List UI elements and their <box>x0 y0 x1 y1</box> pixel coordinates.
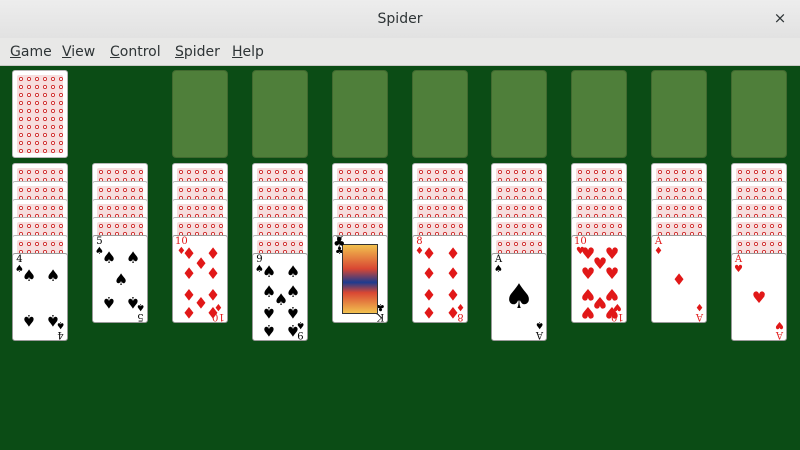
menu-view[interactable]: View <box>62 44 95 60</box>
card-pip: ♦ <box>421 303 437 322</box>
card-pip: ♦ <box>181 303 197 322</box>
card-pip: ♠ <box>285 303 301 322</box>
title-bar[interactable]: Spider × <box>0 0 800 38</box>
card-pip: ♠ <box>101 293 117 312</box>
card-corner-index: A ♦ <box>695 301 704 322</box>
card-center-pip: ♥ <box>751 288 767 307</box>
card-pip: ♠ <box>261 303 277 322</box>
menu-help[interactable]: Help <box>232 44 264 60</box>
card-pip: ♠ <box>261 321 277 340</box>
card-pip: ♦ <box>445 303 461 322</box>
tableau-card-face[interactable]: A ♦ A ♦ ♦ <box>651 235 707 323</box>
menu-control[interactable]: Control <box>110 44 161 60</box>
tableau-card-face[interactable]: 10 ♦ 10 ♦ ♦ ♦ ♦ ♦ ♦ ♦ ♦ ♦ ♦ ♦ <box>172 235 228 323</box>
menu-bar: Game View Control Spider Help <box>0 38 800 66</box>
card-pip: ♦ <box>205 264 221 283</box>
card-corner-index: A ♥ <box>775 319 784 340</box>
card-pip: ♠ <box>21 266 37 285</box>
card-pip: ♦ <box>421 285 437 304</box>
foundation-slot[interactable] <box>172 70 228 158</box>
foundation-slot[interactable] <box>332 70 388 158</box>
card-pip: ♠ <box>45 311 61 330</box>
card-pip: ♠ <box>45 266 61 285</box>
foundation-slot[interactable] <box>491 70 547 158</box>
foundation-slot[interactable] <box>651 70 707 158</box>
card-corner-index: A ♠ <box>494 254 503 275</box>
card-center-pip: ♠ <box>503 277 535 317</box>
tableau-card-face[interactable]: A ♠ A ♠ ♠ <box>491 253 547 341</box>
card-corner-index: A ♥ <box>734 254 743 275</box>
card-pip: ♠ <box>125 293 141 312</box>
menu-game[interactable]: Game <box>10 44 52 60</box>
card-pip: ♠ <box>261 262 277 281</box>
close-icon[interactable]: × <box>772 10 788 26</box>
spider-window: Spider × Game View Control Spider Help 4… <box>0 0 800 450</box>
card-pip: ♥ <box>580 264 596 283</box>
foundation-slot[interactable] <box>731 70 787 158</box>
card-pip: ♦ <box>181 264 197 283</box>
card-pip: ♥ <box>604 303 620 322</box>
card-corner-index: A ♠ <box>535 319 544 340</box>
tableau-card-face[interactable]: 5 ♠ 5 ♠ ♠ ♠ ♠ ♠ ♠ <box>92 235 148 323</box>
card-pip: ♦ <box>421 264 437 283</box>
tableau-card-face[interactable]: A ♥ A ♥ ♥ <box>731 253 787 341</box>
card-pip: ♠ <box>21 311 37 330</box>
tableau-card-face[interactable]: 4 ♠ 4 ♠ ♠ ♠ ♠ ♠ <box>12 253 68 341</box>
menu-spider[interactable]: Spider <box>175 44 220 60</box>
king-face-art <box>333 236 378 314</box>
foundation-slot[interactable] <box>412 70 468 158</box>
card-pip: ♦ <box>445 244 461 263</box>
card-pip: ♠ <box>101 248 117 267</box>
card-pip: ♠ <box>113 270 129 289</box>
tableau-card-face[interactable]: K♣K♣ <box>332 235 388 323</box>
tableau-card-face[interactable]: 8 ♦ 8 ♦ ♦ ♦ ♦ ♦ ♦ ♦ ♦ ♦ <box>412 235 468 323</box>
foundation-slot[interactable] <box>252 70 308 158</box>
card-pip: ♠ <box>125 248 141 267</box>
card-pip: ♥ <box>580 303 596 322</box>
card-center-pip: ♦ <box>671 270 687 289</box>
card-pip: ♦ <box>205 303 221 322</box>
tableau-card-face[interactable]: 9 ♠ 9 ♠ ♠ ♠ ♠ ♠ ♠ ♠ ♠ ♠ ♠ <box>252 253 308 341</box>
card-pip: ♦ <box>445 285 461 304</box>
card-pip: ♥ <box>604 264 620 283</box>
stock-card-back[interactable] <box>12 70 68 158</box>
card-corner-index: A ♦ <box>654 236 663 257</box>
card-pip: ♦ <box>445 264 461 283</box>
card-table[interactable]: 4 ♠ 4 ♠ ♠ ♠ ♠ ♠ 5 ♠ 5 ♠ ♠ ♠ ♠ ♠ ♠ 10 ♦ 10 ♦ ♦ ♦ ♦ ♦ ♦ ♦ ♦ ♦ ♦ ♦ 9 ♠ 9 ♠ ♠ ♠ ♠… <box>0 66 800 450</box>
card-pip: ♠ <box>285 321 301 340</box>
tableau-card-face[interactable]: 10 ♥ 10 ♥ ♥ ♥ ♥ ♥ ♥ ♥ ♥ ♥ ♥ ♥ <box>571 235 627 323</box>
foundation-slot[interactable] <box>571 70 627 158</box>
card-pip: ♦ <box>421 244 437 263</box>
card-pip: ♠ <box>285 262 301 281</box>
window-title: Spider <box>377 11 423 27</box>
